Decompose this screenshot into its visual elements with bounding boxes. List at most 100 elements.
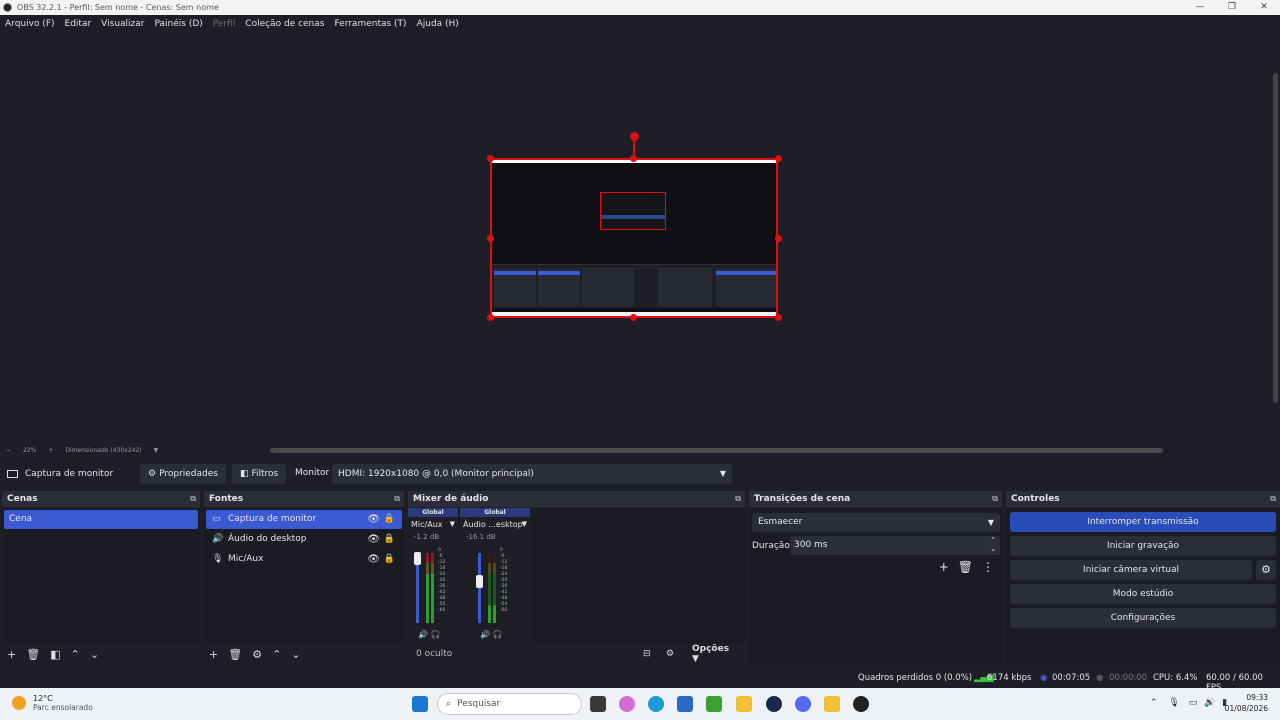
lock-icon[interactable]: 🔒 [384, 510, 395, 529]
filters-button[interactable]: ◧ Filtros [231, 464, 287, 484]
monitor-select[interactable]: HDMI: 1920x1080 @ 0,0 (Monitor principal… [332, 464, 732, 484]
chevron-up-icon[interactable]: ⌃ [1150, 698, 1158, 708]
minecraft-icon[interactable] [706, 696, 722, 712]
menu-file[interactable]: Arquivo (F) [0, 19, 60, 29]
store-icon[interactable] [677, 696, 693, 712]
more-icon[interactable]: ⋮ [982, 560, 994, 574]
undock-icon[interactable]: ⧉ [735, 494, 741, 504]
preview-area[interactable] [0, 33, 1280, 444]
eye-icon[interactable]: 👁 [367, 550, 380, 569]
mixer-header: Mixer de áudio ⧉ [408, 491, 745, 507]
status-bar: Quadros perdidos 0 (0.0%) ▂▄▆ 6174 kbps … [0, 667, 1280, 693]
eye-icon[interactable]: 👁 [367, 510, 380, 529]
scale-mode-dropdown[interactable]: ▼ [148, 447, 165, 454]
chevron-down-icon[interactable]: ⌄ [291, 648, 300, 661]
chevron-down-icon[interactable]: ⌄ [90, 648, 99, 661]
stop-streaming-button[interactable]: Interromper transmissão [1010, 512, 1276, 532]
obs-taskbar-icon[interactable] [853, 696, 869, 712]
menu-tools[interactable]: Ferramentas (T) [329, 19, 411, 29]
chevron-up-icon[interactable]: ⌃ [71, 648, 80, 661]
volume-slider-knob[interactable] [476, 575, 483, 588]
transition-select[interactable]: Esmaecer ▼ [752, 513, 1000, 532]
preview-horizontal-scrollbar[interactable] [270, 448, 1163, 453]
add-icon[interactable]: + [939, 560, 949, 574]
lock-icon[interactable]: 🔒 [384, 530, 395, 549]
gear-icon[interactable]: ⚙ [252, 648, 262, 661]
virtual-camera-settings-button[interactable]: ⚙ [1256, 560, 1276, 580]
source-item-desktop-audio[interactable]: 🔊 Áudio do desktop 👁 🔒 [206, 530, 402, 549]
speaker-icon[interactable]: 🔊 [1204, 698, 1215, 708]
file-explorer-icon[interactable] [736, 696, 752, 712]
channel-name-row[interactable]: Áudio ...esktop ▼ [460, 520, 530, 529]
preview-vertical-scrollbar[interactable] [1273, 73, 1278, 403]
mic-icon[interactable]: 🎙 [1168, 698, 1179, 708]
scene-item[interactable]: Cena [4, 510, 198, 529]
studio-mode-button[interactable]: Modo estúdio [1010, 584, 1276, 604]
copilot-icon[interactable] [619, 696, 635, 712]
undock-icon[interactable]: ⧉ [992, 494, 998, 504]
source-item-mic-aux[interactable]: 🎙 Mic/Aux 👁 🔒 [206, 550, 402, 569]
monitor-audio-icon[interactable]: 🎧 [431, 630, 441, 639]
weather-widget[interactable]: 12°C Parc ensolarado [12, 694, 93, 712]
options-button[interactable]: Opções ▼ [692, 644, 739, 664]
resize-handle-b[interactable] [630, 314, 637, 321]
resize-handle-bl[interactable] [487, 314, 494, 321]
windows-start-icon[interactable] [412, 696, 428, 712]
clock[interactable]: 09:33 01/08/2026 [1225, 692, 1268, 714]
duration-input[interactable]: 300 ms ⌃ ⌄ [790, 536, 1000, 555]
menu-help[interactable]: Ajuda (H) [412, 19, 464, 29]
undock-icon[interactable]: ⧉ [394, 494, 400, 504]
undock-icon[interactable]: ⧉ [1270, 494, 1276, 504]
menu-edit[interactable]: Editar [60, 19, 97, 29]
resize-handle-r[interactable] [775, 235, 782, 242]
maximize-button[interactable]: ❐ [1216, 0, 1248, 15]
undock-icon[interactable]: ⧉ [190, 494, 196, 504]
gear-icon[interactable]: ⚙ [666, 649, 674, 659]
volume-slider-track[interactable] [478, 553, 481, 623]
edge-icon[interactable] [648, 696, 664, 712]
volume-slider-knob[interactable] [414, 552, 421, 565]
settings-button[interactable]: Configurações [1010, 608, 1276, 628]
resize-handle-br[interactable] [775, 314, 782, 321]
monitor-capture-preview[interactable] [490, 158, 778, 318]
start-virtual-camera-button[interactable]: Iniciar câmera virtual [1010, 560, 1252, 580]
minimize-button[interactable]: — [1184, 0, 1216, 15]
cpu-usage: CPU: 6.4% [1153, 673, 1198, 683]
chevron-up-icon[interactable]: ⌃ [272, 648, 281, 661]
trash-icon[interactable]: 🗑 [228, 648, 242, 661]
steam-icon[interactable] [766, 696, 782, 712]
network-icon[interactable]: ▭ [1189, 698, 1198, 708]
trash-icon[interactable]: 🗑 [26, 648, 40, 661]
resize-handle-tr[interactable] [775, 155, 782, 162]
rotation-handle[interactable] [630, 132, 639, 141]
resize-handle-t[interactable] [630, 155, 637, 162]
properties-button[interactable]: ⚙ Propriedades [140, 464, 226, 484]
menu-docks[interactable]: Painéis (D) [149, 19, 207, 29]
menu-view[interactable]: Visualizar [96, 19, 149, 29]
taskbar-search[interactable]: ⌕ Pesquisar [437, 693, 582, 715]
mixer-channels: Global Mic/Aux ▼ -1.2 dB 0 -6 -12 -18 -24 -30… [408, 508, 745, 643]
zoom-in-button[interactable]: + [42, 447, 59, 454]
speaker-icon[interactable]: 🔊 [418, 630, 428, 639]
monitor-audio-icon[interactable]: 🎧 [493, 630, 503, 639]
resize-handle-l[interactable] [487, 235, 494, 242]
app-icon[interactable] [824, 696, 840, 712]
menu-scene-collection[interactable]: Coleção de cenas [240, 19, 329, 29]
discord-icon[interactable] [795, 696, 811, 712]
task-view-icon[interactable] [590, 696, 606, 712]
lock-icon[interactable]: 🔒 [384, 550, 395, 569]
layout-icon[interactable]: ⊟ [643, 649, 651, 659]
resize-handle-tl[interactable] [487, 155, 494, 162]
add-icon[interactable]: + [7, 648, 16, 661]
speaker-icon[interactable]: 🔊 [480, 630, 490, 639]
zoom-out-button[interactable]: − [0, 447, 17, 454]
filter-icon[interactable]: ◧ [50, 648, 60, 661]
spinner-icon[interactable]: ⌃ ⌄ [990, 536, 996, 554]
start-recording-button[interactable]: Iniciar gravação [1010, 536, 1276, 556]
channel-name-row[interactable]: Mic/Aux ▼ [408, 520, 458, 529]
trash-icon[interactable]: 🗑 [958, 560, 973, 574]
close-button[interactable]: ✕ [1248, 0, 1280, 15]
eye-icon[interactable]: 👁 [367, 530, 380, 549]
source-item-monitor-capture[interactable]: ▭ Captura de monitor 👁 🔒 [206, 510, 402, 529]
add-icon[interactable]: + [209, 648, 218, 661]
